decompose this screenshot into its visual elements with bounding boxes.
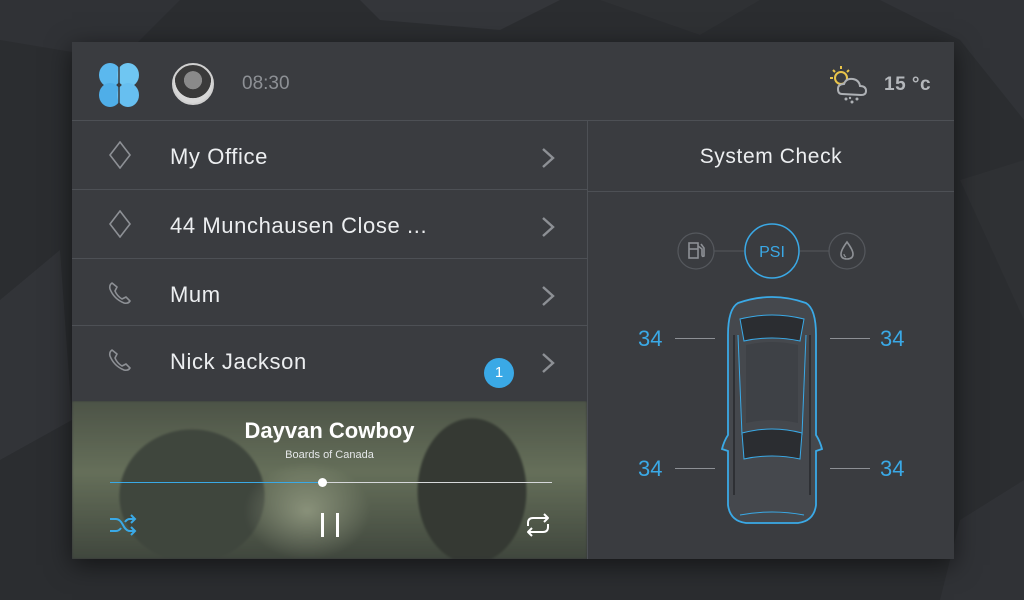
progress-fill (110, 482, 323, 483)
drop-icon (840, 240, 854, 260)
psi-mode-button[interactable]: PSI (744, 223, 800, 279)
list-item-label: My Office (170, 144, 268, 169)
list-item-munchausen-close[interactable]: 44 Munchausen Close ... (72, 190, 587, 259)
car-top-view-icon (720, 296, 824, 524)
dashboard-panel: 08:30 15 °c My Office 44 Munchausen Clos… (72, 42, 954, 559)
pause-icon[interactable] (316, 510, 344, 540)
list-item-label: Mum (170, 282, 221, 307)
diamond-pin-icon (108, 210, 132, 238)
list-item-my-office[interactable]: My Office (72, 121, 587, 190)
repeat-icon[interactable] (522, 512, 554, 538)
shuffle-icon[interactable] (108, 513, 138, 537)
list-item-nick-jackson[interactable]: Nick Jackson 1 (72, 326, 587, 398)
tyre-pressure-rear-left: 34 (638, 456, 663, 481)
list-item-label: 44 Munchausen Close ... (170, 213, 428, 238)
music-player: Dayvan Cowboy Boards of Canada (72, 401, 587, 559)
system-mode-selector: PSI (677, 223, 866, 279)
top-bar: 08:30 15 °c (72, 42, 954, 121)
song-title: Dayvan Cowboy (244, 418, 415, 443)
song-artist: Boards of Canada (285, 449, 374, 461)
tyre-pressure-rear-right: 34 (880, 456, 905, 481)
cloud-sun-rain-icon (830, 66, 868, 104)
list-item-label: Nick Jackson (170, 349, 307, 374)
psi-mode-label: PSI (759, 244, 785, 261)
chevron-right-icon (542, 353, 555, 373)
destination-list: My Office 44 Munchausen Close ... Mum Ni… (72, 121, 587, 398)
chevron-right-icon (542, 148, 555, 168)
fuel-mode-button[interactable] (677, 232, 715, 270)
playback-progress-bar[interactable] (110, 478, 552, 487)
fuel-pump-icon (688, 242, 705, 259)
user-avatar[interactable] (172, 63, 214, 105)
diamond-pin-icon (108, 141, 132, 169)
phone-icon (108, 282, 131, 305)
chevron-right-icon (542, 286, 555, 306)
phone-icon (108, 349, 131, 372)
chevron-right-icon (542, 217, 555, 237)
tyre-pressure-front-right: 34 (880, 326, 905, 351)
fluid-mode-button[interactable] (828, 232, 866, 270)
notification-badge: 1 (484, 358, 514, 388)
clock-time: 08:30 (242, 73, 290, 94)
system-check-title: System Check (699, 145, 843, 168)
temperature-readout: 15 °c (884, 74, 932, 95)
tyre-pressure-front-left: 34 (638, 326, 663, 351)
system-check-header: System Check (588, 121, 954, 192)
clover-logo-icon[interactable] (94, 62, 144, 108)
list-item-mum[interactable]: Mum (72, 259, 587, 326)
